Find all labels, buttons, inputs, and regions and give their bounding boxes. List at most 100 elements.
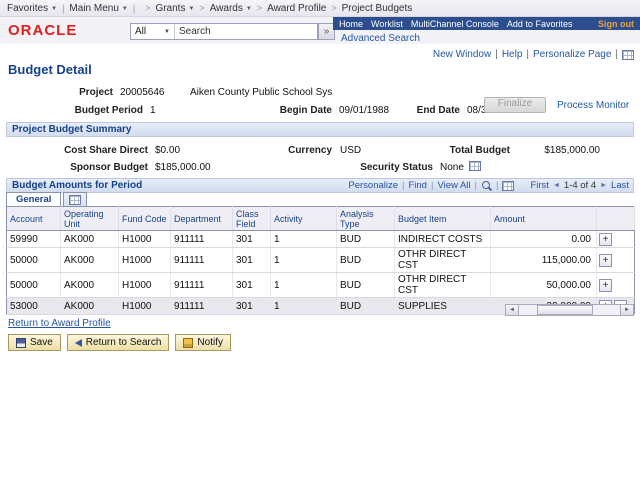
project-label: Project: [79, 87, 113, 98]
zoom-grid-icon[interactable]: [481, 180, 492, 191]
column-department[interactable]: Department: [170, 206, 233, 231]
budget-period-value: 1: [150, 105, 156, 116]
cell-department: 911111: [170, 247, 233, 273]
chevron-down-icon: ▼: [245, 5, 252, 12]
row-range: 1-4 of 4: [563, 180, 597, 191]
previous-page-icon[interactable]: ◄: [553, 179, 560, 192]
column-analysis-type[interactable]: Analysis Type: [336, 206, 395, 231]
save-label: Save: [30, 337, 53, 348]
page-title: Budget Detail: [8, 62, 92, 77]
help-link[interactable]: Help: [502, 49, 523, 60]
toolbar-actions: Save Return to Search Notify: [8, 334, 231, 351]
chevron-down-icon: ▼: [188, 5, 195, 12]
search-scope-dropdown[interactable]: All ▼: [131, 24, 175, 39]
tab-general[interactable]: General: [6, 192, 62, 207]
column-activity[interactable]: Activity: [270, 206, 337, 231]
currency-label: Currency: [288, 145, 332, 156]
breadcrumb-gt: >: [199, 3, 205, 13]
favorites-label: Favorites: [7, 2, 49, 14]
notify-label: Notify: [197, 337, 223, 348]
security-detail-icon[interactable]: [469, 161, 481, 171]
breadcrumb-gt: >: [256, 3, 263, 13]
cell-row-actions: +−: [596, 247, 635, 273]
process-monitor-link[interactable]: Process Monitor: [557, 100, 629, 111]
summary-section-header: Project Budget Summary: [6, 122, 634, 137]
chevron-down-icon: ▼: [121, 5, 128, 12]
personalize-page-link[interactable]: Personalize Page: [533, 49, 611, 60]
add-row-button[interactable]: +: [599, 253, 612, 267]
find-link[interactable]: Find: [408, 179, 426, 192]
cell-fund-code: H1000: [118, 247, 171, 273]
cell-budget-item: INDIRECT COSTS: [394, 230, 491, 248]
column-amount[interactable]: Amount: [490, 206, 597, 231]
grid-toolbar: Personalize | Find | View All | | First …: [348, 179, 629, 192]
grid-horizontal-scrollbar: ◄ ►: [505, 304, 634, 316]
advanced-search-link[interactable]: Advanced Search: [341, 33, 420, 44]
view-all-link[interactable]: View All: [437, 179, 470, 192]
total-budget-label: Total Budget: [449, 145, 510, 156]
search-input[interactable]: [175, 26, 317, 37]
breadcrumb-project-budgets[interactable]: Project Budgets: [342, 3, 413, 14]
return-to-search-button[interactable]: Return to Search: [66, 334, 170, 351]
save-button[interactable]: Save: [8, 334, 61, 351]
last-link[interactable]: Last: [611, 179, 629, 192]
column-budget-item[interactable]: Budget Item: [394, 206, 491, 231]
cell-activity: 1: [270, 272, 337, 298]
finalize-button[interactable]: Finalize: [484, 97, 546, 113]
column-fund-code[interactable]: Fund Code: [118, 206, 171, 231]
cell-activity: 1: [270, 247, 337, 273]
nav-multichannel-console-link[interactable]: MultiChannel Console: [411, 19, 499, 29]
notify-button[interactable]: Notify: [175, 334, 231, 351]
copy-url-icon[interactable]: [622, 49, 634, 60]
breadcrumb-award-profile[interactable]: Award Profile: [267, 3, 326, 14]
currency-value: USD: [340, 145, 362, 156]
total-budget-value: $185,000.00: [544, 145, 600, 156]
nav-add-to-favorites-link[interactable]: Add to Favorites: [507, 19, 573, 29]
sign-out-link[interactable]: Sign out: [598, 19, 634, 29]
scrollbar-thumb[interactable]: [537, 305, 593, 315]
cell-analysis-type: BUD: [336, 297, 395, 315]
breadcrumb-main-menu[interactable]: Main Menu ▼: [69, 3, 127, 14]
column-account[interactable]: Account: [6, 206, 61, 231]
personalize-link[interactable]: Personalize: [348, 179, 398, 192]
breadcrumb-favorites[interactable]: Favorites ▼: [7, 3, 57, 14]
nav-worklist-link[interactable]: Worklist: [371, 19, 403, 29]
cell-row-actions: +−: [596, 272, 635, 298]
cell-operating-unit: AK000: [60, 230, 119, 248]
return-to-award-profile-link[interactable]: Return to Award Profile: [8, 318, 111, 329]
cost-share-direct-value: $0.00: [155, 145, 181, 156]
chevron-down-icon: ▼: [51, 5, 58, 12]
add-row-button[interactable]: +: [599, 232, 612, 246]
main-menu-label: Main Menu: [69, 2, 119, 14]
new-window-link[interactable]: New Window: [433, 49, 491, 60]
column-operating-unit[interactable]: Operating Unit: [60, 206, 119, 231]
cell-department: 911111: [170, 297, 233, 315]
breadcrumb-grants[interactable]: Grants ▼: [155, 3, 194, 14]
begin-date-value: 09/01/1988: [339, 105, 390, 116]
sponsor-budget-label: Sponsor Budget: [70, 162, 148, 173]
pagebar-separator: |: [495, 49, 498, 60]
cell-account: 50000: [6, 247, 61, 273]
scroll-right-arrow[interactable]: ►: [620, 305, 633, 315]
oracle-logo: ORACLE: [8, 22, 78, 39]
grid-body: 59990 AK000 H1000 911111 301 1 BUD INDIR…: [6, 230, 635, 315]
budget-detail-page: Favorites ▼ | Main Menu ▼ | > Grants ▼ > Aw…: [0, 0, 640, 480]
notify-icon: [183, 337, 194, 348]
cell-activity: 1: [270, 230, 337, 248]
download-icon[interactable]: [502, 180, 515, 191]
cell-department: 911111: [170, 230, 233, 248]
add-row-button[interactable]: +: [599, 278, 612, 292]
cell-row-actions: +−: [596, 230, 635, 248]
toolbar-separator: |: [430, 180, 434, 191]
grid-tabs: General: [6, 192, 88, 207]
scroll-left-arrow[interactable]: ◄: [506, 305, 519, 315]
first-link[interactable]: First: [530, 179, 548, 192]
column-class-field[interactable]: Class Field: [232, 206, 271, 231]
nav-home-link[interactable]: Home: [339, 19, 363, 29]
scrollbar-track[interactable]: [519, 305, 620, 315]
column-row-actions: [596, 206, 635, 231]
cell-fund-code: H1000: [118, 272, 171, 298]
breadcrumb-awards[interactable]: Awards ▼: [210, 3, 252, 14]
tab-show-all-columns[interactable]: [63, 192, 88, 207]
next-page-icon[interactable]: ►: [600, 179, 607, 192]
